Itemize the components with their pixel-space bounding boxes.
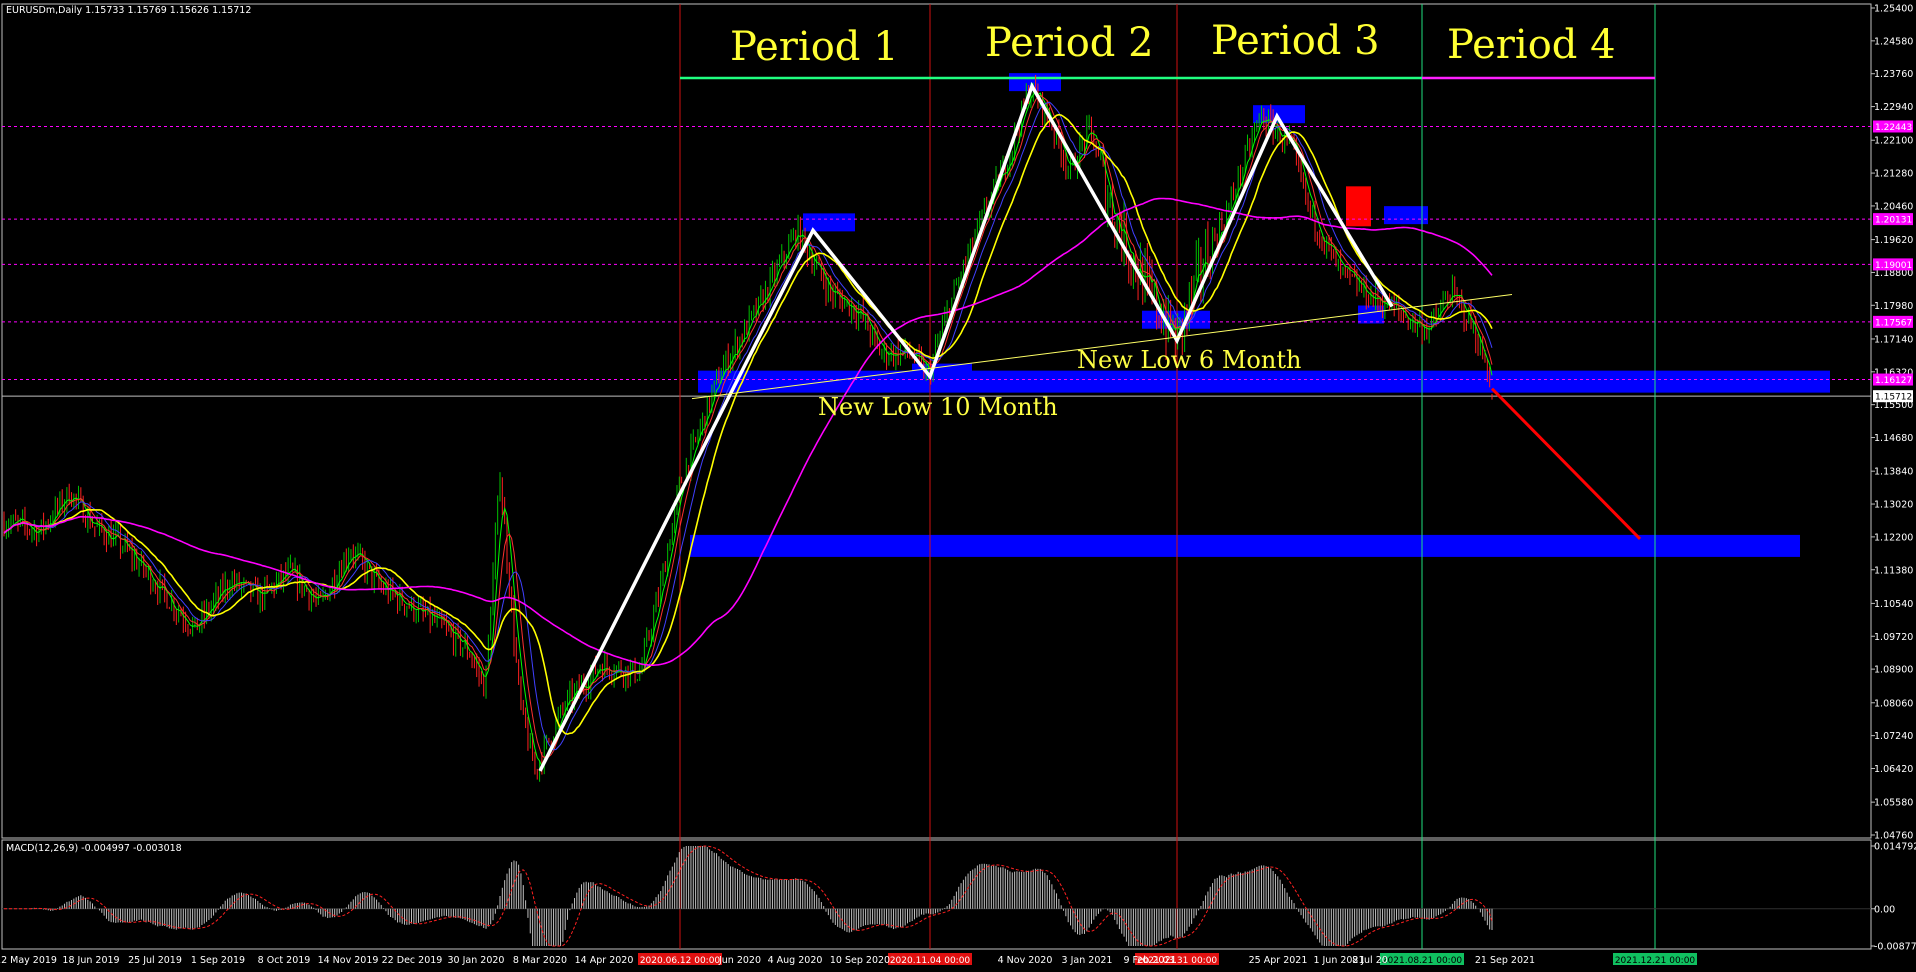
annotation-new-low-6-month: New Low 6 Month	[1077, 346, 1301, 374]
price-tick-label: 1.22100	[1874, 136, 1913, 147]
support-zone-rect	[690, 534, 1800, 557]
red-marker-box	[1346, 186, 1371, 227]
time-tick-label: 21 Sep 2021	[1475, 955, 1535, 966]
price-tick-label: 1.19620	[1874, 235, 1913, 246]
period-2-label: Period 2	[985, 20, 1154, 66]
price-tick-label: 1.11380	[1874, 565, 1913, 576]
time-tick-label: 22 Dec 2019	[382, 955, 443, 966]
price-tick-label: 1.21280	[1874, 169, 1913, 180]
price-level-label: 1.17567	[1875, 318, 1912, 328]
time-tick-label: 9 Feb 2021	[1123, 955, 1176, 966]
price-tick-label: 1.13020	[1874, 500, 1913, 511]
period-date-label: 2020.06.12 00:00	[640, 956, 721, 966]
symbol-info: EURUSDm,Daily 1.15733 1.15769 1.15626 1.…	[6, 5, 251, 16]
time-tick-label: 4 Aug 2020	[768, 955, 823, 966]
time-tick-label: 12 May 2019	[0, 955, 57, 966]
period-date-label: 2021.12.21 00:00	[1615, 956, 1696, 966]
time-tick-label: 4 Nov 2020	[998, 955, 1053, 966]
price-tick-label: 1.24580	[1874, 36, 1913, 47]
swing-marker-box	[1384, 206, 1428, 225]
macd-tick-label: 0.00	[1874, 904, 1895, 915]
price-level-label: 1.15712	[1875, 393, 1912, 403]
time-tick-label: 8 Mar 2020	[513, 955, 567, 966]
time-tick-label: 1 Sep 2019	[191, 955, 245, 966]
annotation-new-low-10-month: New Low 10 Month	[818, 393, 1058, 421]
price-tick-label: 1.08060	[1874, 698, 1913, 709]
price-tick-label: 1.08900	[1874, 665, 1913, 676]
time-tick-label: 18 Jun 2019	[62, 955, 119, 966]
price-tick-label: 1.07240	[1874, 731, 1913, 742]
time-tick-label: 25 Jul 2019	[128, 955, 182, 966]
price-tick-label: 1.13840	[1874, 467, 1913, 478]
price-tick-label: 1.17140	[1874, 334, 1913, 345]
time-tick-label: 8 Oct 2019	[258, 955, 311, 966]
swing-marker-box	[803, 213, 855, 232]
period-4-label: Period 4	[1447, 22, 1616, 68]
period-3-label: Period 3	[1211, 18, 1380, 64]
price-level-label: 1.19001	[1875, 261, 1912, 271]
time-tick-label: 14 Apr 2020	[575, 955, 634, 966]
time-tick-label: 14 Nov 2019	[318, 955, 379, 966]
price-level-label: 1.20131	[1875, 216, 1912, 226]
chart-canvas: 2020.06.12 00:00 2020.11.04 00:00 2021.03.…	[0, 0, 1916, 972]
time-tick-label: 8 Jul 20	[1352, 955, 1388, 966]
macd-info: MACD(12,26,9) -0.004997 -0.003018	[6, 843, 182, 854]
price-level-label: 1.16127	[1875, 376, 1912, 386]
macd-tick-label: -0.008775	[1874, 942, 1916, 953]
time-tick-label: 3 Jan 2021	[1062, 955, 1113, 966]
price-level-label: 1.22443	[1875, 123, 1912, 133]
price-tick-label: 1.14680	[1874, 433, 1913, 444]
price-tick-label: 1.09720	[1874, 632, 1913, 643]
chart-background	[0, 0, 1916, 972]
price-tick-label: 1.22940	[1874, 102, 1913, 113]
price-tick-label: 1.12200	[1874, 532, 1913, 543]
price-tick-label: 1.25400	[1874, 4, 1913, 15]
time-tick-label: 10 Sep 2020	[830, 955, 890, 966]
period-date-label: 2020.11.04 00:00	[890, 956, 971, 966]
price-tick-label: 1.20460	[1874, 201, 1913, 212]
price-tick-label: 1.04760	[1874, 831, 1913, 842]
price-tick-label: 1.17980	[1874, 301, 1913, 312]
price-tick-label: 1.23760	[1874, 69, 1913, 80]
macd-tick-label: 0.014792	[1874, 842, 1916, 853]
price-tick-label: 1.06420	[1874, 764, 1913, 775]
price-tick-label: 1.10540	[1874, 599, 1913, 610]
time-tick-label: 25 Apr 2021	[1249, 955, 1308, 966]
time-tick-label: Jun 2020	[718, 955, 761, 966]
period-date-label: 2021.08.21 00:00	[1382, 956, 1463, 966]
time-tick-label: 30 Jan 2020	[448, 955, 505, 966]
period-1-label: Period 1	[730, 24, 899, 70]
price-tick-label: 1.05580	[1874, 798, 1913, 809]
